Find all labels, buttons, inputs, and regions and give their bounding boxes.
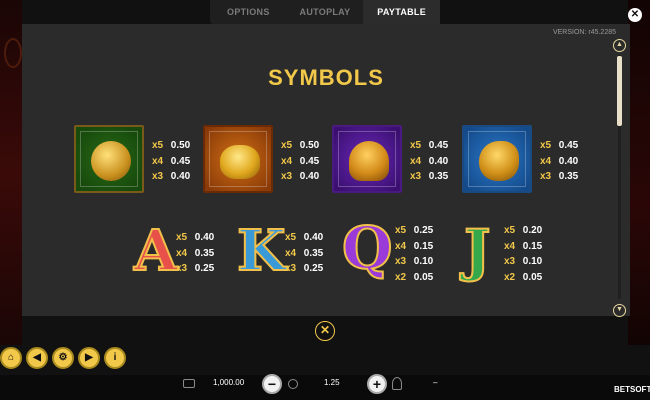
- close-paytable-button[interactable]: ✕: [315, 321, 335, 341]
- bet-value: 1.25: [324, 378, 340, 387]
- version-label: VERSION: r45.2285: [552, 29, 616, 36]
- coin-stack-icon: [288, 379, 298, 389]
- control-buttons: ⌂ ◀ ⚙ ▶ i: [0, 347, 128, 375]
- trophy-icon: [392, 377, 402, 390]
- ornament-decoration: [4, 38, 22, 68]
- buddha-payouts: x5 0.50 x4 0.45 x3 0.40: [152, 140, 191, 182]
- win-value: –: [433, 378, 438, 387]
- money-toad-symbol-icon: [462, 125, 532, 193]
- back-icon[interactable]: ◀: [26, 347, 48, 369]
- home-icon[interactable]: ⌂: [0, 347, 22, 369]
- game-stage: OPTIONS AUTOPLAY PAYTABLE ✕ VERSION: r45…: [0, 0, 650, 400]
- close-menu-button[interactable]: ✕: [628, 8, 642, 22]
- brand-logo: BETSOFT: [614, 385, 650, 394]
- wallet-icon: [183, 379, 195, 388]
- letter-j-symbol: J: [463, 217, 491, 285]
- letter-q-symbol: Q: [341, 213, 394, 283]
- toad-payouts: x5 0.45 x4 0.40 x3 0.35: [540, 140, 579, 182]
- letter-a-payouts: x5 0.40 x4 0.35 x3 0.25: [176, 232, 215, 274]
- scroll-up-button[interactable]: ▲: [613, 39, 626, 52]
- letter-k-symbol: K: [236, 217, 287, 285]
- turtle-payouts: x5 0.45 x4 0.40 x3 0.35: [410, 140, 449, 182]
- background-left: [0, 0, 22, 345]
- menu-tabs: OPTIONS AUTOPLAY PAYTABLE: [210, 0, 441, 24]
- letter-q-payouts: x5 0.25 x4 0.15 x3 0.10 x2 0.05: [395, 225, 434, 283]
- tab-autoplay[interactable]: AUTOPLAY: [287, 0, 364, 24]
- tab-options[interactable]: OPTIONS: [210, 0, 287, 24]
- gold-turtle-symbol-icon: [332, 125, 402, 193]
- gold-ingot-symbol-icon: [203, 125, 273, 193]
- background-right: [628, 0, 650, 345]
- info-icon[interactable]: i: [104, 347, 126, 369]
- buddha-symbol-icon: [74, 125, 144, 193]
- paytable-panel: VERSION: r45.2285 ▲ ▼ SYMBOLS x5 0.50 x4…: [22, 24, 630, 341]
- letter-j-payouts: x5 0.20 x4 0.15 x3 0.10 x2 0.05: [504, 225, 543, 283]
- scroll-down-button[interactable]: ▼: [613, 304, 626, 317]
- ingot-payouts: x5 0.50 x4 0.45 x3 0.40: [281, 140, 320, 182]
- letter-a-symbol: A: [133, 217, 178, 285]
- letter-k-payouts: x5 0.40 x4 0.35 x3 0.25: [285, 232, 324, 274]
- paytable-title: SYMBOLS: [268, 65, 384, 90]
- forward-icon[interactable]: ▶: [78, 347, 100, 369]
- increase-bet-button[interactable]: +: [367, 374, 387, 394]
- tab-paytable[interactable]: PAYTABLE: [363, 0, 441, 24]
- decrease-bet-button[interactable]: −: [262, 374, 282, 394]
- balance-value: 1,000.00: [213, 378, 245, 387]
- settings-icon[interactable]: ⚙: [52, 347, 74, 369]
